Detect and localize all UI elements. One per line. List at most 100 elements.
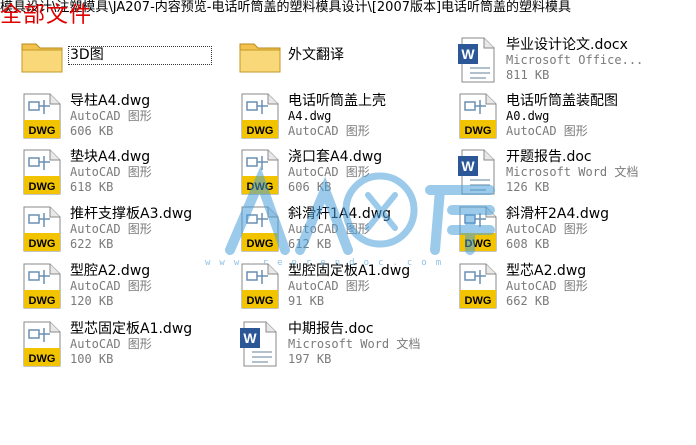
svg-text:W: W <box>461 46 475 62</box>
svg-text:DWG: DWG <box>29 353 56 365</box>
file-type: AutoCAD 图形 <box>70 222 152 236</box>
file-name: 推杆支撑板A3.dwg <box>70 206 193 222</box>
file-item-text: 斜滑杆1A4.dwg AutoCAD 图形 612 KB <box>288 207 428 252</box>
file-name: 浇口套A4.dwg <box>288 149 383 165</box>
file-name: 型芯固定板A1.dwg <box>70 321 193 337</box>
file-size: 100 KB <box>70 352 114 366</box>
folder-icon <box>20 36 64 84</box>
file-item[interactable]: DWG 电话听筒盖上壳 A4.dwg AutoCAD 图形 <box>218 92 428 148</box>
file-size: 120 KB <box>70 294 114 308</box>
file-name: 电话听筒盖上壳 <box>288 93 386 109</box>
file-item-text: 型芯固定板A1.dwg AutoCAD 图形 100 KB <box>70 322 210 367</box>
svg-text:DWG: DWG <box>29 295 56 307</box>
folder-icon <box>238 36 282 84</box>
file-size: 606 KB <box>70 124 114 138</box>
svg-text:DWG: DWG <box>465 125 492 137</box>
file-item-text: 浇口套A4.dwg AutoCAD 图形 606 KB <box>288 150 428 195</box>
file-item-text: 型腔固定板A1.dwg AutoCAD 图形 91 KB <box>288 264 428 309</box>
file-type: Microsoft Office... <box>506 53 644 67</box>
dwg-file-icon: DWG <box>238 262 282 310</box>
file-item[interactable]: DWG 斜滑杆2A4.dwg AutoCAD 图形 608 KB <box>436 205 646 261</box>
dwg-file-icon: DWG <box>20 320 64 368</box>
svg-text:DWG: DWG <box>247 295 274 307</box>
dwg-file-icon: DWG <box>456 92 500 140</box>
file-type: Microsoft Word 文档 <box>288 337 421 351</box>
file-item-text: 外文翻译 <box>288 48 428 63</box>
watermark-url: www.renrendoc.com <box>205 258 451 268</box>
file-item[interactable]: DWG 导柱A4.dwg AutoCAD 图形 606 KB <box>0 92 210 148</box>
svg-text:DWG: DWG <box>247 238 274 250</box>
file-name: 3D图 <box>68 46 212 65</box>
file-type: AutoCAD 图形 <box>288 124 370 138</box>
file-size: 126 KB <box>506 180 550 194</box>
svg-text:DWG: DWG <box>465 238 492 250</box>
file-item[interactable]: DWG 型腔固定板A1.dwg AutoCAD 图形 91 KB <box>218 262 428 318</box>
file-size: 606 KB <box>288 180 332 194</box>
file-type: Microsoft Word 文档 <box>506 165 639 179</box>
file-item[interactable]: DWG 型芯A2.dwg AutoCAD 图形 662 KB <box>436 262 646 318</box>
file-name: 导柱A4.dwg <box>70 93 151 109</box>
file-item-text: 电话听筒盖装配图 A0.dwg AutoCAD 图形 <box>506 94 646 139</box>
word-doc-icon: W <box>456 148 500 196</box>
file-item[interactable]: W 中期报告.doc Microsoft Word 文档 197 KB <box>218 320 428 376</box>
file-size: 662 KB <box>506 294 550 308</box>
file-type: AutoCAD 图形 <box>506 279 588 293</box>
file-name: 型腔A2.dwg <box>70 263 151 279</box>
file-item-text: 型芯A2.dwg AutoCAD 图形 662 KB <box>506 264 646 309</box>
file-type: AutoCAD 图形 <box>506 124 588 138</box>
dwg-file-icon: DWG <box>456 262 500 310</box>
file-item[interactable]: DWG 型腔A2.dwg AutoCAD 图形 120 KB <box>0 262 210 318</box>
svg-text:DWG: DWG <box>29 181 56 193</box>
file-item[interactable]: W 开题报告.doc Microsoft Word 文档 126 KB <box>436 148 646 204</box>
file-type: AutoCAD 图形 <box>70 279 152 293</box>
file-type: AutoCAD 图形 <box>70 109 152 123</box>
file-type: AutoCAD 图形 <box>288 222 370 236</box>
file-item-text: 电话听筒盖上壳 A4.dwg AutoCAD 图形 <box>288 94 428 139</box>
file-size: 608 KB <box>506 237 550 251</box>
file-name: 垫块A4.dwg <box>70 149 151 165</box>
svg-text:W: W <box>243 330 257 346</box>
file-name: 开题报告.doc <box>506 149 592 165</box>
dwg-file-icon: DWG <box>238 148 282 196</box>
file-name: 电话听筒盖装配图 <box>506 93 618 109</box>
file-type: AutoCAD 图形 <box>288 279 370 293</box>
file-item-text: 导柱A4.dwg AutoCAD 图形 606 KB <box>70 94 210 139</box>
file-type: AutoCAD 图形 <box>506 222 588 236</box>
file-size: 811 KB <box>506 68 550 82</box>
word-doc-icon: W <box>456 36 500 84</box>
dwg-file-icon: DWG <box>456 205 500 253</box>
file-item-text: 型腔A2.dwg AutoCAD 图形 120 KB <box>70 264 210 309</box>
file-item-text: 斜滑杆2A4.dwg AutoCAD 图形 608 KB <box>506 207 646 252</box>
file-item-text: 中期报告.doc Microsoft Word 文档 197 KB <box>288 322 428 367</box>
file-name: 外文翻译 <box>288 47 344 63</box>
file-item[interactable]: DWG 电话听筒盖装配图 A0.dwg AutoCAD 图形 <box>436 92 646 148</box>
file-size: 612 KB <box>288 237 332 251</box>
file-item[interactable]: DWG 推杆支撑板A3.dwg AutoCAD 图形 622 KB <box>0 205 210 261</box>
file-name: 斜滑杆1A4.dwg <box>288 206 392 222</box>
svg-text:W: W <box>461 158 475 174</box>
file-item[interactable]: DWG 型芯固定板A1.dwg AutoCAD 图形 100 KB <box>0 320 210 376</box>
file-name: 斜滑杆2A4.dwg <box>506 206 610 222</box>
file-item[interactable]: W 毕业设计论文.docx Microsoft Office... 811 KB <box>436 36 646 92</box>
dwg-file-icon: DWG <box>238 205 282 253</box>
svg-text:DWG: DWG <box>29 238 56 250</box>
file-item[interactable]: DWG 垫块A4.dwg AutoCAD 图形 618 KB <box>0 148 210 204</box>
file-type: AutoCAD 图形 <box>70 337 152 351</box>
file-name-continued: A4.dwg <box>288 109 332 123</box>
file-item[interactable]: 3D图 <box>0 36 212 92</box>
svg-text:DWG: DWG <box>465 295 492 307</box>
file-icon-grid: 3D图 外文翻译 W 毕业设计论文.docx Microsoft Office... 81… <box>0 0 696 445</box>
file-item-text: 毕业设计论文.docx Microsoft Office... 811 KB <box>506 38 646 83</box>
file-name-continued: A0.dwg <box>506 109 550 123</box>
file-name: 毕业设计论文.docx <box>506 37 628 53</box>
file-item[interactable]: DWG 斜滑杆1A4.dwg AutoCAD 图形 612 KB <box>218 205 428 261</box>
file-size: 618 KB <box>70 180 114 194</box>
file-item-text: 推杆支撑板A3.dwg AutoCAD 图形 622 KB <box>70 207 210 252</box>
file-item-text: 3D图 <box>68 46 212 65</box>
file-item-text: 垫块A4.dwg AutoCAD 图形 618 KB <box>70 150 210 195</box>
file-size: 622 KB <box>70 237 114 251</box>
file-item[interactable]: DWG 浇口套A4.dwg AutoCAD 图形 606 KB <box>218 148 428 204</box>
dwg-file-icon: DWG <box>20 92 64 140</box>
file-item[interactable]: 外文翻译 <box>218 36 428 92</box>
dwg-file-icon: DWG <box>20 262 64 310</box>
